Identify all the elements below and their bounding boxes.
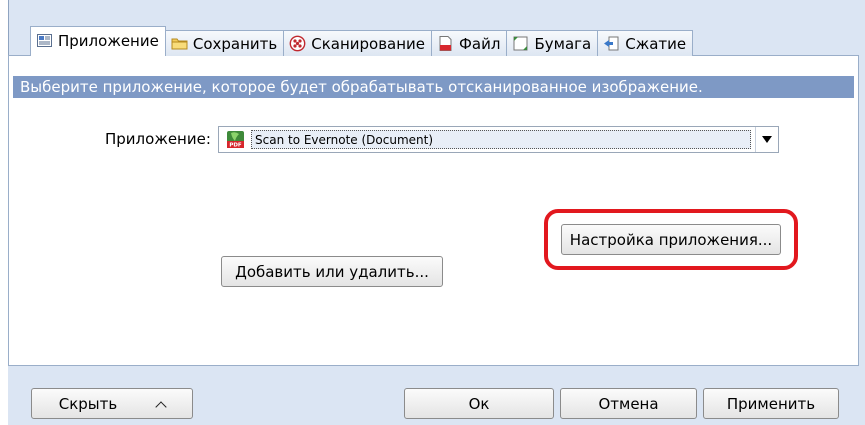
- scan-icon: [289, 35, 306, 52]
- tab-label: Приложение: [58, 31, 159, 50]
- apply-button[interactable]: Применить: [703, 388, 839, 419]
- tab-label: Бумага: [534, 34, 592, 53]
- tab-label: Сохранить: [192, 34, 278, 53]
- application-dropdown[interactable]: PDF Scan to Evernote (Document): [218, 126, 779, 153]
- paper-icon: [512, 35, 529, 52]
- tab-application[interactable]: Приложение: [30, 26, 166, 56]
- tab-compression[interactable]: Сжатие: [597, 30, 694, 56]
- file-icon: [437, 35, 454, 52]
- tab-label: Файл: [459, 34, 501, 53]
- application-icon: [36, 32, 53, 49]
- instruction-bar: Выберите приложение, которое будет обраб…: [13, 76, 854, 98]
- chevron-down-icon: [762, 136, 772, 143]
- add-remove-button[interactable]: Добавить или удалить...: [221, 256, 443, 287]
- cancel-button[interactable]: Отмена: [560, 388, 697, 419]
- tab-scanning[interactable]: Сканирование: [283, 30, 433, 56]
- tab-file[interactable]: Файл: [431, 30, 508, 56]
- chevron-up-icon: [155, 400, 167, 413]
- tab-strip: Приложение Сохранить Сканирование Файл Б…: [30, 26, 694, 56]
- compression-icon: [603, 35, 620, 52]
- selected-application: Scan to Evernote (Document): [251, 130, 751, 149]
- dropdown-toggle[interactable]: [755, 127, 778, 152]
- svg-text:PDF: PDF: [229, 143, 242, 149]
- tab-save[interactable]: Сохранить: [164, 30, 285, 56]
- tab-label: Сканирование: [311, 34, 426, 53]
- hide-button[interactable]: Скрыть: [31, 388, 193, 419]
- highlight-annotation: [544, 209, 798, 270]
- tab-paper[interactable]: Бумага: [506, 30, 599, 56]
- hide-button-label: Скрыть: [58, 394, 118, 413]
- ok-button[interactable]: Ок: [404, 388, 554, 419]
- tab-label: Сжатие: [625, 34, 687, 53]
- application-label: Приложение:: [105, 130, 211, 148]
- folder-icon: [171, 35, 188, 52]
- pdf-icon: PDF: [226, 130, 245, 149]
